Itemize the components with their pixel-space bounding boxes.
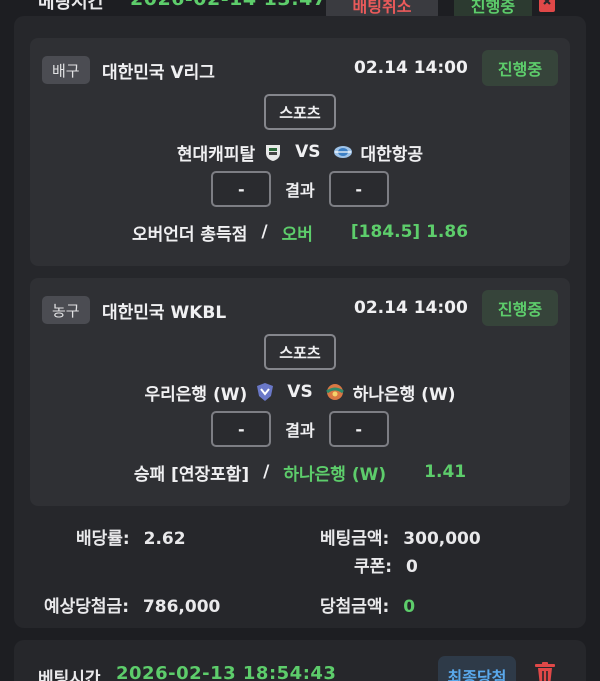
away-team: 하나은행 (W) xyxy=(352,384,456,405)
won-summary: 당첨금액: 0 xyxy=(320,592,415,617)
teams-row: 현대캐피탈 VS 대한항공 xyxy=(30,138,570,166)
game-status-badge: 진행중 xyxy=(482,290,558,326)
bet-time-value: 2026-02-13 18:54:43 xyxy=(116,663,337,681)
ticket-status-badge: 최종당첨 xyxy=(438,656,516,681)
away-score-box: - xyxy=(328,171,389,207)
coupon-value: 0 xyxy=(406,557,418,577)
category-badge: 스포츠 xyxy=(264,94,336,130)
expected-value: 786,000 xyxy=(142,597,221,617)
home-team-logo-icon xyxy=(257,383,274,401)
bet-history-page: 베팅시간 2026-02-14 13:47:10 배팅취소 진행중 배구 대한민… xyxy=(0,0,600,681)
odds-value: 2.62 xyxy=(143,529,186,549)
category-badge: 스포츠 xyxy=(264,334,336,370)
away-team: 대한항공 xyxy=(360,144,424,165)
separator: / xyxy=(261,222,268,242)
league-name: 대한민국 WKBL xyxy=(102,303,227,323)
result-label: 결과 xyxy=(285,421,315,440)
expected-summary: 예상당첨금: 786,000 xyxy=(44,592,220,617)
odds-summary: 배당률: 2.62 xyxy=(76,524,186,549)
game-time: 02.14 14:00 xyxy=(354,298,468,318)
away-team-logo-icon xyxy=(325,384,344,400)
odds-label: 배당률: xyxy=(76,529,130,549)
next-ticket-header: 베팅시간 2026-02-13 18:54:43 최종당첨 xyxy=(14,640,586,681)
game-status-badge: 진행중 xyxy=(482,50,558,86)
score-row: - 결과 - xyxy=(30,410,570,448)
coupon-summary: 쿠폰: 0 xyxy=(354,552,418,577)
bet-pick-row: 승패 [연장포함] / 하나은행 (W) 1.41 xyxy=(30,458,570,486)
home-score-box: - xyxy=(211,171,272,207)
won-value: 0 xyxy=(403,597,416,617)
home-team: 우리은행 (W) xyxy=(144,384,248,405)
bet-odds: [184.5] 1.86 xyxy=(350,222,469,242)
won-label: 당첨금액: xyxy=(320,597,390,617)
delete-trash-icon[interactable] xyxy=(534,662,556,681)
score-row: - 결과 - xyxy=(30,170,570,208)
bet-type: 오버언더 총득점 xyxy=(131,224,248,245)
home-team: 현대캐피탈 xyxy=(176,144,256,165)
amount-label: 베팅금액: xyxy=(320,529,390,549)
game-time: 02.14 14:00 xyxy=(354,58,468,78)
home-score-box: - xyxy=(211,411,272,447)
league-name: 대한민국 V리그 xyxy=(102,63,215,83)
away-team-logo-icon xyxy=(333,146,352,158)
bet-time-label: 베팅시간 xyxy=(38,669,101,681)
amount-value: 300,000 xyxy=(403,529,481,549)
home-team-logo-icon xyxy=(266,145,281,161)
bet-game-item: 농구 대한민국 WKBL 02.14 14:00 진행중 스포츠 우리은행 (W… xyxy=(30,278,570,506)
sport-tag: 농구 xyxy=(42,296,90,324)
bet-pick: 하나은행 (W) xyxy=(283,464,387,485)
coupon-label: 쿠폰: xyxy=(354,557,393,577)
expected-label: 예상당첨금: xyxy=(44,597,129,617)
bet-time-label: 베팅시간 xyxy=(38,0,105,13)
bet-odds: 1.41 xyxy=(424,462,467,482)
vs-label: VS xyxy=(295,142,321,162)
bet-ticket-card: 배구 대한민국 V리그 02.14 14:00 진행중 스포츠 현대캐피탈 VS… xyxy=(14,16,586,628)
result-label: 결과 xyxy=(285,181,315,200)
sport-tag: 배구 xyxy=(42,56,90,84)
teams-row: 우리은행 (W) VS 하나은행 (W) xyxy=(30,378,570,406)
bet-pick: 오버 xyxy=(281,224,313,245)
separator: / xyxy=(263,462,270,482)
amount-summary: 베팅금액: 300,000 xyxy=(320,524,481,549)
bet-type: 승패 [연장포함] xyxy=(133,464,250,485)
delete-trash-icon[interactable] xyxy=(536,0,558,16)
bet-pick-row: 오버언더 총득점 / 오버 [184.5] 1.86 xyxy=(30,218,570,246)
bet-game-item: 배구 대한민국 V리그 02.14 14:00 진행중 스포츠 현대캐피탈 VS… xyxy=(30,38,570,266)
away-score-box: - xyxy=(328,411,389,447)
vs-label: VS xyxy=(287,382,313,402)
